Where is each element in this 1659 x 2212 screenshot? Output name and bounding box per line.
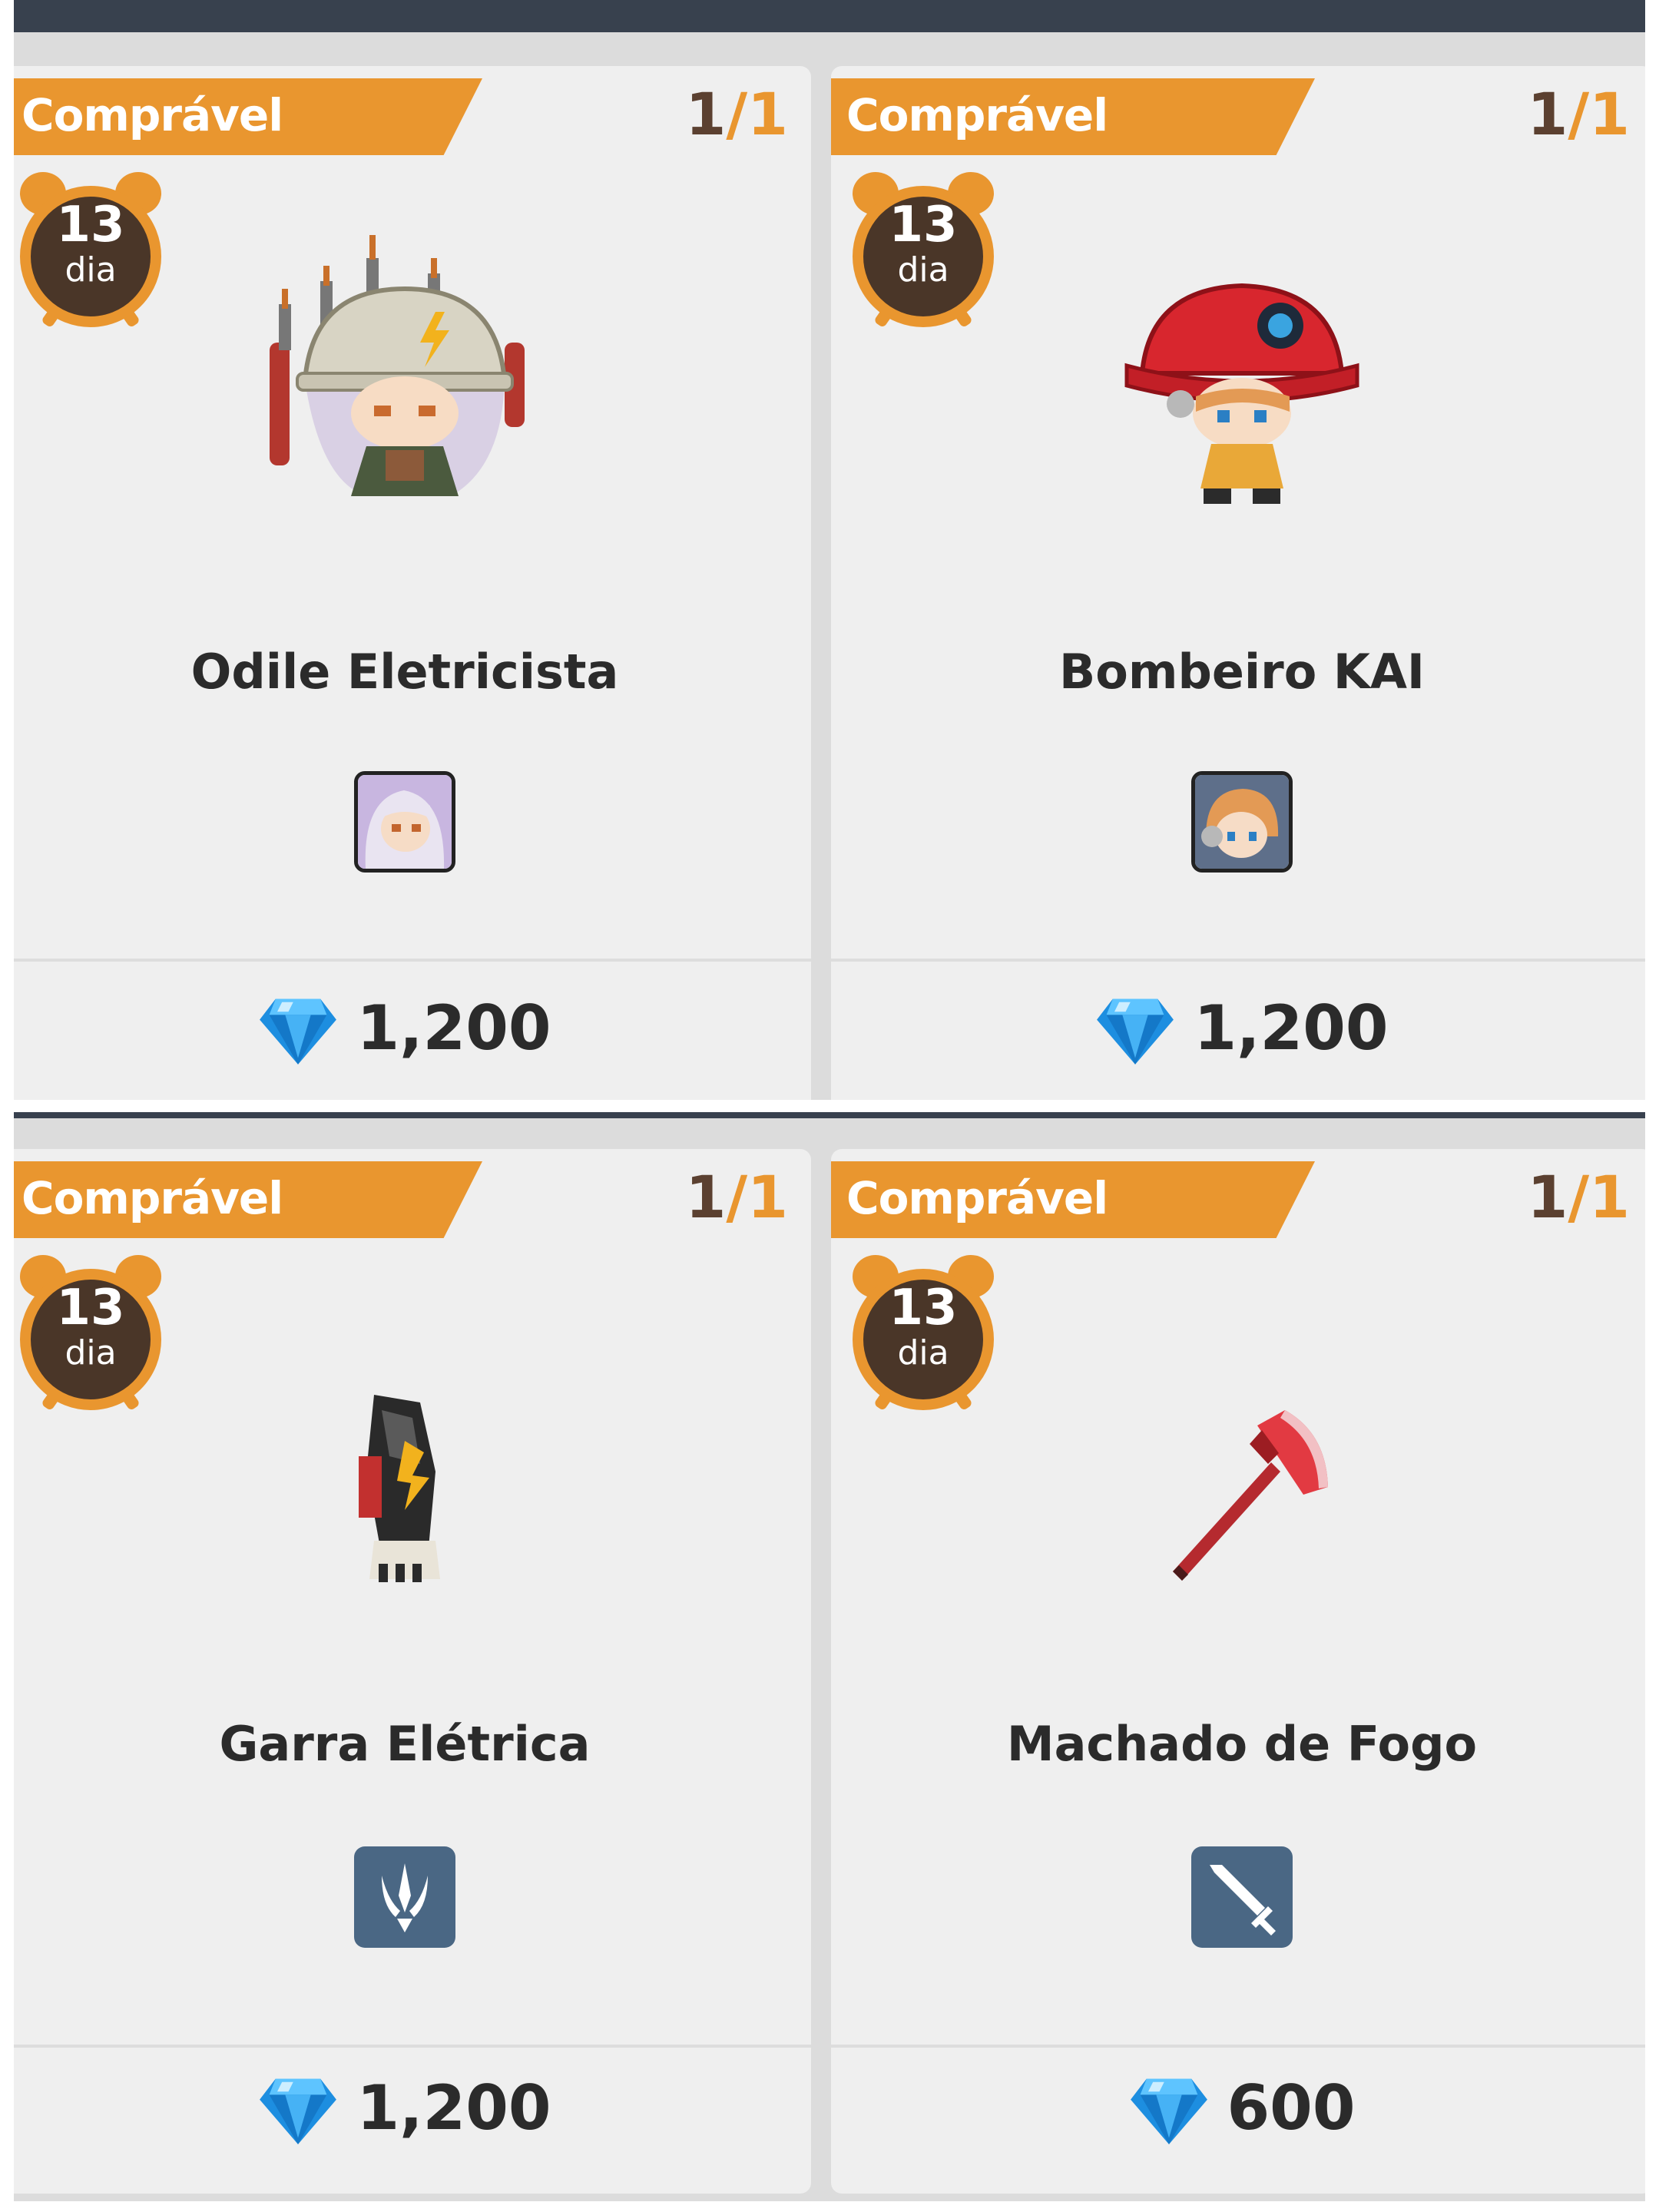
shop-item-card[interactable]: Comprável 1/1 13 dia Odile Eletricista 1… xyxy=(14,66,811,1100)
weapon-claw-image xyxy=(359,1395,440,1582)
purchase-count: 1/1 xyxy=(1527,1163,1630,1231)
timer-days: 13 xyxy=(889,197,958,253)
sword-type-icon xyxy=(1191,1846,1293,1948)
count-total: 1 xyxy=(1589,1163,1630,1231)
diamond-gem-icon xyxy=(260,998,337,1065)
alarm-clock-icon: 13 dia xyxy=(846,1253,1000,1415)
status-label: Comprável xyxy=(846,89,1108,141)
price-value: 1,200 xyxy=(356,992,551,1064)
status-label: Comprável xyxy=(22,1172,283,1224)
status-label: Comprável xyxy=(846,1172,1108,1224)
price-button[interactable]: 1,200 xyxy=(14,2068,811,2147)
count-current: 1 xyxy=(1527,1163,1568,1231)
purchase-count: 1/1 xyxy=(685,1163,788,1231)
item-name: Bombeiro KAI xyxy=(1059,644,1425,700)
divider xyxy=(14,959,811,962)
diamond-gem-icon xyxy=(1130,2078,1207,2144)
status-label: Comprável xyxy=(22,89,283,141)
timer-unit: dia xyxy=(897,250,949,290)
count-total: 1 xyxy=(1589,80,1630,148)
timer-unit: dia xyxy=(65,1333,117,1373)
count-current: 1 xyxy=(1527,80,1568,148)
status-ribbon: Comprável xyxy=(831,78,1315,155)
alarm-clock-icon: 13 dia xyxy=(14,171,167,332)
count-separator: / xyxy=(726,80,748,148)
weapon-fire-axe-image xyxy=(1173,1410,1328,1581)
status-ribbon: Comprável xyxy=(14,1161,482,1238)
costume-kai-image xyxy=(1124,283,1359,504)
divider xyxy=(831,959,1645,962)
purchase-count: 1/1 xyxy=(685,80,788,148)
diamond-gem-icon xyxy=(1097,998,1174,1065)
alarm-clock-icon: 13 dia xyxy=(846,171,1000,332)
count-separator: / xyxy=(1568,1163,1590,1231)
count-total: 1 xyxy=(747,80,788,148)
count-current: 1 xyxy=(685,1163,727,1231)
purchase-count: 1/1 xyxy=(1527,80,1630,148)
odile-portrait-icon xyxy=(354,771,455,873)
price-button[interactable]: 1,200 xyxy=(831,988,1645,1068)
alarm-clock-icon: 13 dia xyxy=(14,1253,167,1415)
timer-days: 13 xyxy=(889,1280,958,1336)
price-button[interactable]: 1,200 xyxy=(14,988,811,1068)
count-total: 1 xyxy=(747,1163,788,1231)
divider xyxy=(14,2045,811,2048)
shop-item-card[interactable]: Comprável 1/1 13 dia Bombeiro KAI 1,200 xyxy=(831,66,1645,1100)
price-value: 600 xyxy=(1227,2071,1356,2144)
count-separator: / xyxy=(1568,80,1590,148)
timer-unit: dia xyxy=(65,250,117,290)
shop-item-card[interactable]: Comprável 1/1 13 dia Machado de Fogo 600 xyxy=(831,1149,1645,2194)
divider xyxy=(831,2045,1645,2048)
timer-days: 13 xyxy=(56,197,125,253)
item-name: Odile Eletricista xyxy=(190,644,619,700)
top-bar xyxy=(14,0,1645,32)
item-name: Machado de Fogo xyxy=(1006,1716,1478,1772)
timer-unit: dia xyxy=(897,1333,949,1373)
claw-type-icon xyxy=(354,1846,455,1948)
price-value: 1,200 xyxy=(356,2071,551,2144)
diamond-gem-icon xyxy=(260,2078,337,2144)
count-current: 1 xyxy=(685,80,727,148)
top-bar xyxy=(14,1112,1645,1118)
status-ribbon: Comprável xyxy=(831,1161,1315,1238)
status-ribbon: Comprável xyxy=(14,78,482,155)
price-button[interactable]: 600 xyxy=(831,2068,1645,2147)
timer-days: 13 xyxy=(56,1280,125,1336)
costume-odile-image xyxy=(270,235,525,496)
shop-item-card[interactable]: Comprável 1/1 13 dia Garra Elétrica 1,20… xyxy=(14,1149,811,2194)
item-name: Garra Elétrica xyxy=(219,1716,591,1772)
shop-panel-top: Comprável 1/1 13 dia Odile Eletricista 1… xyxy=(14,0,1645,1100)
kai-portrait-icon xyxy=(1191,771,1293,873)
shop-panel-bottom: Comprável 1/1 13 dia Garra Elétrica 1,20… xyxy=(14,1112,1645,2201)
price-value: 1,200 xyxy=(1194,992,1389,1064)
count-separator: / xyxy=(726,1163,748,1231)
